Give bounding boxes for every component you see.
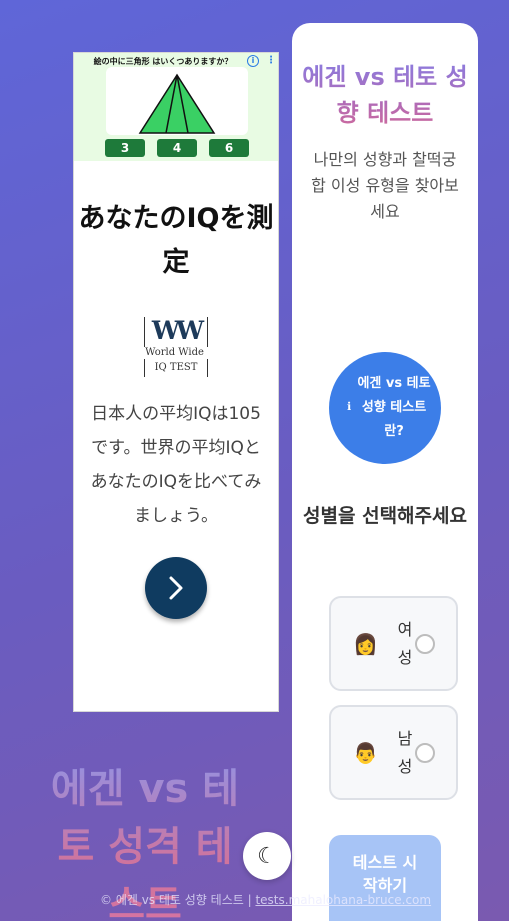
ad-headline: あなたのIQを測定 — [78, 203, 274, 278]
ad-logo-main: WW — [144, 317, 208, 347]
gender-section-title: 성별을 선택해주세요 — [303, 505, 467, 527]
ad-logo-iq: IQ TEST — [144, 359, 208, 377]
moon-icon: ☾ — [257, 843, 277, 869]
female-radio[interactable] — [415, 634, 435, 654]
theme-toggle-button[interactable]: ☾ — [243, 832, 291, 880]
man-icon: 👨 — [353, 741, 378, 765]
gender-option-label: 남성 — [397, 729, 413, 776]
triangle-puzzle-image — [106, 67, 248, 135]
ad-menu-icon[interactable]: ⋮ — [266, 55, 276, 67]
ad-answer-3[interactable]: 3 — [105, 139, 145, 157]
about-test-label: 에겐 vs 테토 성향 테스트란? — [357, 376, 431, 439]
test-card: 에겐 vs 테토 성향 테스트 나만의 성향과 찰떡궁합 이성 유형을 찾아보세… — [292, 23, 478, 921]
footer-copyright: © 에겐 vs 테토 성향 테스트 | — [100, 893, 256, 907]
footer: © 에겐 vs 테토 성향 테스트 | tests.mahalohana-bru… — [100, 891, 440, 908]
ad-next-button[interactable] — [145, 557, 207, 619]
chevron-right-icon — [169, 576, 183, 600]
ad-info-icon[interactable]: i — [247, 55, 259, 67]
ad-answer-6[interactable]: 6 — [209, 139, 249, 157]
ad-card[interactable]: 絵の中に三角形 はいくつありますか？ i ⋮ 3 4 6 あなたのIQを測定 W… — [73, 52, 279, 712]
info-icon: ℹ — [347, 400, 352, 413]
gender-option-female[interactable]: 👩 여성 — [329, 596, 458, 691]
about-test-button[interactable]: ℹ 에겐 vs 테토 성향 테스트란? — [329, 352, 441, 464]
ad-logo: WW World Wide IQ TEST — [144, 317, 208, 377]
page-subtitle: 나만의 성향과 찰떡궁합 이성 유형을 찾아보세요 — [311, 150, 459, 221]
ad-answer-4[interactable]: 4 — [157, 139, 197, 157]
page-title: 에겐 vs 테토 성향 테스트 — [292, 59, 478, 131]
start-test-button[interactable]: 테스트 시작하기 — [329, 835, 441, 921]
gender-option-label: 여성 — [397, 620, 413, 667]
ad-logo-sub: World Wide — [145, 347, 204, 358]
ad-question: 絵の中に三角形 はいくつありますか？ — [93, 57, 233, 66]
ad-body-text: 日本人の平均IQは105です。世界の平均IQとあなたのIQを比べてみましょう。 — [90, 404, 262, 526]
gender-option-male[interactable]: 👨 남성 — [329, 705, 458, 800]
male-radio[interactable] — [415, 743, 435, 763]
footer-link[interactable]: tests.mahalohana-bruce.com — [255, 893, 431, 907]
ad-banner[interactable]: 絵の中に三角形 はいくつありますか？ i ⋮ 3 4 6 — [74, 53, 278, 161]
woman-icon: 👩 — [353, 632, 378, 656]
